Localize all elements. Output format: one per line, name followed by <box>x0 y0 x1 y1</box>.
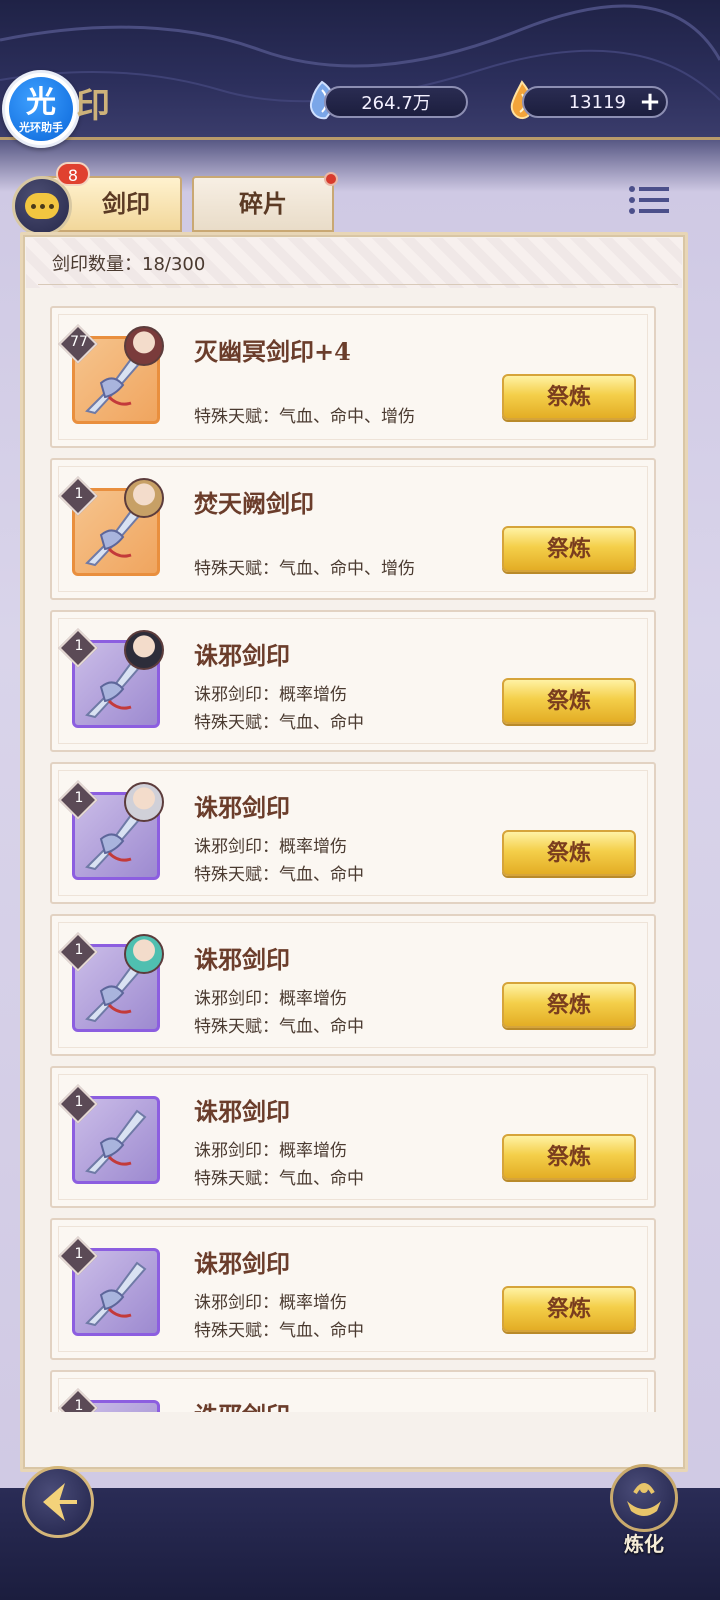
seal-talent: 特殊天赋：气血、命中 <box>194 1169 364 1189</box>
seal-talent: 特殊天赋：气血、命中 <box>194 1017 364 1037</box>
seal-count-label: 剑印数量：18/300 <box>52 254 206 275</box>
back-button[interactable] <box>22 1466 94 1538</box>
page-title-fragment: 印 <box>76 86 110 126</box>
seal-name: 诛邪剑印 <box>194 793 290 822</box>
seal-effect: 诛邪剑印：概率增伤 <box>194 1293 347 1313</box>
seal-talent: 特殊天赋：气血、命中、增伤 <box>194 559 415 579</box>
equipped-hero-avatar <box>124 478 164 518</box>
refine-button[interactable]: 祭炼 <box>502 678 636 724</box>
seal-card[interactable]: 1 诛邪剑印诛邪剑印：概率增伤 特殊天赋：气血、命中 祭炼 <box>50 914 656 1056</box>
panel-divider <box>38 284 678 285</box>
refine-button[interactable]: 祭炼 <box>502 374 636 420</box>
seal-effect: 诛邪剑印：概率增伤 <box>194 1141 347 1161</box>
level-text: 1 <box>74 1398 84 1412</box>
seal-talent: 特殊天赋：气血、命中 <box>194 713 364 733</box>
app-badge[interactable]: 光 光环助手 <box>2 70 80 148</box>
app-badge-label: 光环助手 <box>19 121 63 134</box>
seal-effect: 诛邪剑印：概率增伤 <box>194 837 347 857</box>
refine-button[interactable]: 祭炼 <box>502 526 636 572</box>
tab-fragments[interactable]: 碎片 <box>192 176 334 232</box>
level-text: 1 <box>74 1246 84 1262</box>
seal-talent: 特殊天赋：气血、命中 <box>194 1321 364 1341</box>
level-text: 1 <box>74 1094 84 1110</box>
sword-seal-icon <box>85 1261 147 1327</box>
refine-button[interactable]: 祭炼 <box>502 1286 636 1332</box>
level-text: 77 <box>70 334 88 350</box>
equipped-hero-avatar <box>124 630 164 670</box>
sword-seal-icon <box>85 1109 147 1175</box>
level-text: 1 <box>74 790 84 806</box>
seal-name: 诛邪剑印 <box>194 1249 290 1278</box>
equipped-hero-avatar <box>124 934 164 974</box>
seal-name: 诛邪剑印 <box>194 1396 290 1412</box>
notification-dot <box>324 172 338 186</box>
chat-unread-badge: 8 <box>56 162 90 186</box>
seal-effect: 诛邪剑印：概率增伤 <box>194 989 347 1009</box>
level-text: 1 <box>74 638 84 654</box>
seal-card[interactable]: 1 诛邪剑印诛邪剑印：概率增伤 特殊天赋：气血、命中 祭炼 <box>50 762 656 904</box>
seal-card[interactable]: 1 诛邪剑印诛邪剑印：概率增伤 特殊天赋：气血、命中 祭炼 <box>50 610 656 752</box>
seal-talent: 特殊天赋：气血、命中 <box>194 865 364 885</box>
refine-button[interactable]: 祭炼 <box>502 1134 636 1180</box>
seal-list[interactable]: 77 灭幽冥剑印+4 特殊天赋：气血、命中、增伤 祭炼 1 焚天阙剑印 特殊天赋：气血、命中… <box>50 306 656 1412</box>
equipped-hero-avatar <box>124 326 164 366</box>
currency-jade-display: 264.7万 <box>324 86 468 118</box>
list-menu-icon[interactable] <box>628 184 670 216</box>
seal-card[interactable]: 1 诛邪剑印 <box>50 1370 656 1412</box>
refine-nav-label: 炼化 <box>624 1532 664 1556</box>
seal-effect: 诛邪剑印：概率增伤 <box>194 685 347 705</box>
seal-name: 灭幽冥剑印+4 <box>194 337 351 366</box>
app-badge-glyph: 光 <box>26 85 56 120</box>
add-currency-button[interactable]: + <box>636 88 664 116</box>
seal-name: 诛邪剑印 <box>194 641 290 670</box>
back-arrow-icon <box>43 1483 77 1521</box>
furnace-icon <box>627 1483 661 1516</box>
seal-card[interactable]: 77 灭幽冥剑印+4 特殊天赋：气血、命中、增伤 祭炼 <box>50 306 656 448</box>
seal-name: 焚天阙剑印 <box>194 489 314 518</box>
level-text: 1 <box>74 942 84 958</box>
seal-name: 诛邪剑印 <box>194 945 290 974</box>
refine-button[interactable]: 祭炼 <box>502 982 636 1028</box>
equipped-hero-avatar <box>124 782 164 822</box>
seal-name: 诛邪剑印 <box>194 1097 290 1126</box>
chat-icon <box>25 193 59 219</box>
refine-nav-button[interactable] <box>610 1464 678 1532</box>
seal-card[interactable]: 1 诛邪剑印诛邪剑印：概率增伤 特殊天赋：气血、命中 祭炼 <box>50 1066 656 1208</box>
level-text: 1 <box>74 486 84 502</box>
seal-talent: 特殊天赋：气血、命中、增伤 <box>194 407 415 427</box>
seal-card[interactable]: 1 焚天阙剑印特殊天赋：气血、命中、增伤 祭炼 <box>50 458 656 600</box>
refine-button[interactable]: 祭炼 <box>502 830 636 876</box>
seal-card[interactable]: 1 诛邪剑印诛邪剑印：概率增伤 特殊天赋：气血、命中 祭炼 <box>50 1218 656 1360</box>
